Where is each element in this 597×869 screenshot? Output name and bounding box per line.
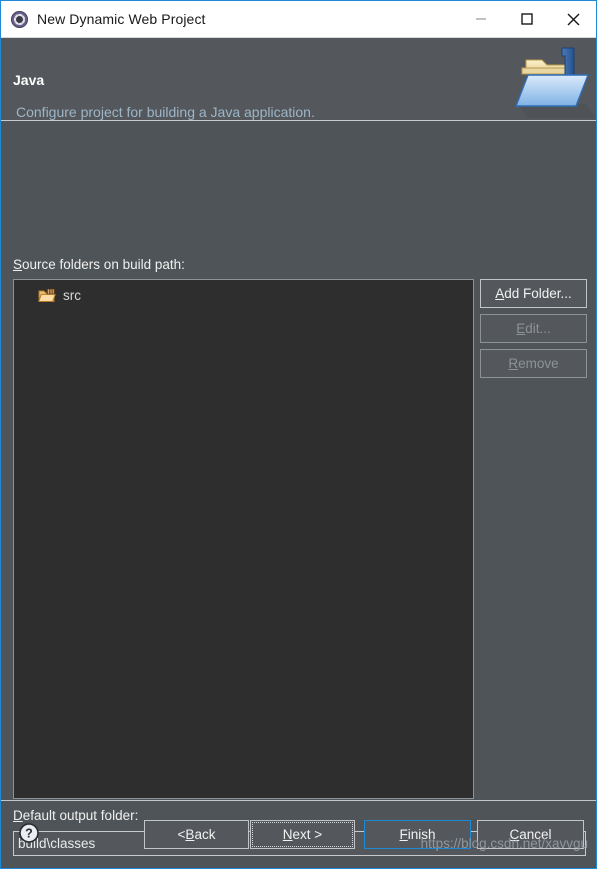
edit-button-mnemonic: E: [516, 321, 526, 336]
next-button-mnemonic: N: [282, 827, 293, 842]
help-icon[interactable]: ?: [19, 823, 39, 843]
java-folder-icon: [514, 47, 596, 118]
window-controls: [458, 1, 596, 37]
source-folders-label: Source folders on build path:: [13, 257, 185, 272]
finish-button[interactable]: Finish: [364, 820, 471, 849]
remove-button: Remove: [480, 349, 587, 378]
minimize-icon[interactable]: [458, 1, 504, 37]
list-item[interactable]: src: [14, 284, 473, 306]
next-button-label: ext >: [292, 827, 323, 842]
close-icon[interactable]: [550, 1, 596, 37]
cancel-button[interactable]: Cancel: [477, 820, 584, 849]
svg-text:?: ?: [25, 827, 33, 841]
dialog-footer: ? < Back Next > Finish Cancel https://bl…: [1, 800, 596, 868]
page-title: Java: [13, 72, 45, 88]
back-button[interactable]: < Back: [144, 820, 249, 849]
back-button-prefix: <: [177, 827, 186, 842]
source-folders-label-rest: ource folders on build path:: [22, 257, 185, 272]
remove-button-label: emove: [518, 356, 559, 371]
maximize-icon[interactable]: [504, 1, 550, 37]
add-folder-button-mnemonic: A: [495, 286, 505, 301]
back-button-label: ack: [194, 827, 216, 842]
next-button[interactable]: Next >: [250, 820, 355, 849]
wizard-content: Source folders on build path: src Add Fo…: [1, 121, 596, 856]
edit-button-label: dit...: [525, 321, 551, 336]
eclipse-wizard-icon: [11, 10, 28, 28]
cancel-button-mnemonic: C: [509, 827, 520, 842]
finish-button-label: inish: [407, 827, 436, 842]
wizard-header: Java Configure project for building a Ja…: [1, 38, 596, 121]
list-item-label: src: [63, 287, 81, 303]
source-folders-label-mnemonic: S: [13, 257, 23, 272]
page-subtitle: Configure project for building a Java ap…: [16, 104, 315, 120]
new-dynamic-web-project-dialog: New Dynamic Web Project Java Configure p…: [0, 0, 597, 869]
source-folders-list[interactable]: src: [13, 279, 474, 799]
cancel-button-label: ancel: [519, 827, 552, 842]
window-title: New Dynamic Web Project: [37, 11, 206, 27]
add-folder-button[interactable]: Add Folder...: [480, 279, 587, 308]
add-folder-button-label: dd Folder...: [504, 286, 572, 301]
title-bar: New Dynamic Web Project: [1, 1, 596, 38]
source-folder-icon: [38, 288, 56, 302]
edit-button: Edit...: [480, 314, 587, 343]
finish-button-mnemonic: F: [399, 827, 408, 842]
back-button-mnemonic: B: [185, 827, 195, 842]
remove-button-mnemonic: R: [508, 356, 519, 371]
